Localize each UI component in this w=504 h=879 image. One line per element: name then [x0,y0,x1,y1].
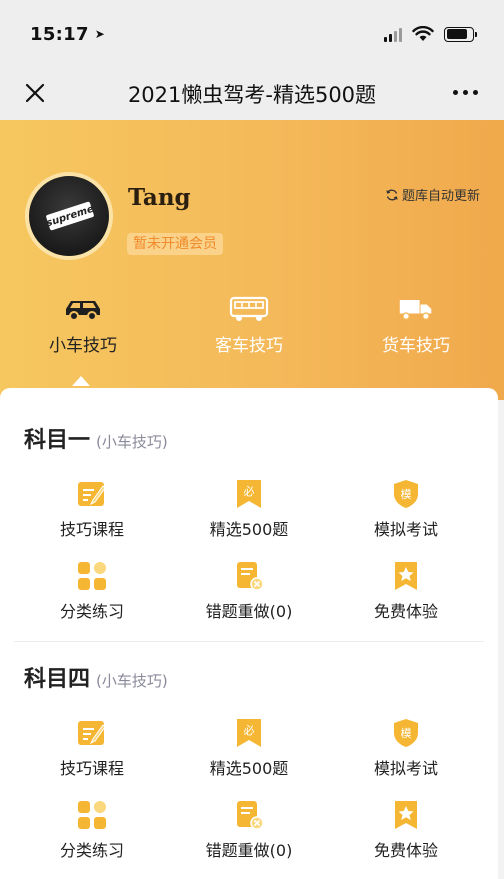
svg-text:模: 模 [401,727,412,740]
wrong-doc-icon [237,801,264,830]
section-heading: 科目四 [24,667,91,692]
tab-bus[interactable]: 客车技巧 [189,295,309,356]
selected-500-button[interactable]: 必 精选500题 [179,478,319,540]
item-label: 模拟考试 [373,520,438,539]
item-label: 精选500题 [209,759,289,778]
item-label: 错题重做(0) [205,841,293,860]
avatar[interactable]: supreme [25,172,113,260]
category-practice-button[interactable]: 分类练习 [22,560,162,622]
item-label: 技巧课程 [59,759,124,778]
avatar-logo-text: supreme [44,201,96,231]
mock-exam-button[interactable]: 模 模拟考试 [336,478,476,540]
car-icon [66,301,100,321]
wrong-redo-button[interactable]: 错题重做(0) [179,560,319,622]
cellular-signal-icon [384,26,402,42]
vehicle-tabs: 小车技巧 客车技巧 货车技巧 [0,295,504,356]
more-options-icon[interactable] [453,90,478,95]
mock-shield-icon: 模 [394,719,418,747]
free-trial-button[interactable]: 免费体验 [336,799,476,861]
category-practice-button[interactable]: 分类练习 [22,799,162,861]
item-label: 免费体验 [373,602,438,621]
star-bookmark-icon [395,562,417,590]
section-subtitle: (小车技巧) [96,672,168,690]
location-arrow-icon: ➤ [94,27,105,41]
nav-bar: 2021懒虫驾考-精选500题 [0,68,504,120]
section-title: 科目四 (小车技巧) [24,661,168,693]
page-title: 2021懒虫驾考-精选500题 [127,83,377,107]
username: Tang [128,184,191,211]
tab-truck[interactable]: 货车技巧 [356,295,476,356]
app-screen: 15:17 ➤ 2021懒虫驾考-精选500题 supreme Tang 暂未开… [0,0,504,879]
svg-text:必: 必 [244,724,255,737]
tab-truck-label: 货车技巧 [382,336,450,356]
must-bookmark-icon: 必 [237,480,261,508]
item-label: 分类练习 [59,602,124,621]
battery-icon [444,26,477,42]
auto-update-label: 题库自动更新 [401,189,480,204]
wrong-redo-button[interactable]: 错题重做(0) [179,799,319,861]
active-tab-pointer [72,376,90,386]
svg-text:模: 模 [401,488,412,501]
star-bookmark-icon [395,801,417,829]
tab-car-label: 小车技巧 [49,336,117,356]
membership-badge[interactable]: 暂未开通会员 [127,233,223,255]
bus-icon [229,296,269,321]
content-card: 科目一 (小车技巧) 技巧课程 必 精选500题 模 模拟考试 分类练习 错题重… [0,388,498,879]
category-grid-icon [78,801,106,829]
item-label: 模拟考试 [373,759,438,778]
section-subtitle: (小车技巧) [96,433,168,451]
status-bar: 15:17 ➤ [0,0,504,68]
free-trial-button[interactable]: 免费体验 [336,560,476,622]
category-grid-icon [78,562,106,590]
tab-bus-label: 客车技巧 [215,336,283,356]
wrong-doc-icon [237,562,264,591]
section-heading: 科目一 [24,428,91,453]
item-label: 分类练习 [59,841,124,860]
mock-exam-button[interactable]: 模 模拟考试 [336,717,476,779]
item-label: 精选500题 [209,520,289,539]
section-title: 科目一 (小车技巧) [24,422,168,454]
auto-update-button[interactable]: 题库自动更新 [385,185,480,204]
profile-header: supreme Tang 暂未开通会员 题库自动更新 小车技巧 客车技巧 货车技… [0,120,504,400]
refresh-icon [386,189,398,200]
course-button[interactable]: 技巧课程 [22,478,162,540]
status-time: 15:17 [30,23,89,45]
selected-500-button[interactable]: 必 精选500题 [179,717,319,779]
course-icon [78,482,106,506]
item-label: 错题重做(0) [205,602,293,621]
item-label: 免费体验 [373,841,438,860]
section-divider [14,641,484,642]
mock-shield-icon: 模 [394,480,418,508]
must-bookmark-icon: 必 [237,719,261,747]
course-icon [78,721,106,745]
course-button[interactable]: 技巧课程 [22,717,162,779]
wifi-icon [412,26,434,41]
close-icon[interactable] [22,80,48,106]
svg-text:必: 必 [244,485,255,498]
truck-icon [399,300,432,321]
item-label: 技巧课程 [59,520,124,539]
tab-car[interactable]: 小车技巧 [23,295,143,356]
